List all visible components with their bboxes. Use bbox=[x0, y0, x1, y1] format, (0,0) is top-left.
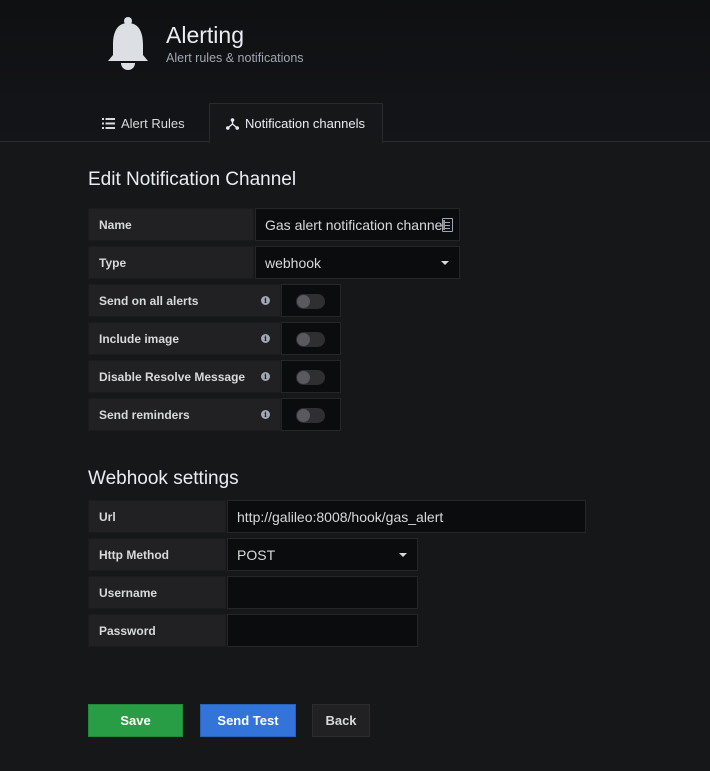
toggle-knob bbox=[297, 333, 310, 346]
http-method-select[interactable]: POST bbox=[227, 538, 418, 571]
username-input[interactable] bbox=[227, 576, 418, 609]
name-input-value: Gas alert notification channel bbox=[265, 216, 446, 233]
send-on-all-alerts-toggle[interactable] bbox=[296, 294, 325, 309]
tab-alert-rules[interactable]: Alert Rules bbox=[102, 103, 185, 143]
send-on-all-alerts-toggle-box bbox=[281, 284, 341, 317]
tab-alert-rules-label: Alert Rules bbox=[121, 115, 185, 131]
send-reminders-toggle-box bbox=[281, 398, 341, 431]
toggle-knob bbox=[297, 295, 310, 308]
url-label: Url bbox=[88, 500, 226, 533]
type-select[interactable]: webhook bbox=[255, 246, 460, 279]
disable-resolve-message-text: Disable Resolve Message bbox=[99, 369, 246, 384]
include-image-label: Include image i bbox=[88, 322, 281, 355]
http-method-value: POST bbox=[237, 546, 276, 563]
type-label: Type bbox=[88, 246, 254, 279]
password-label: Password bbox=[88, 614, 226, 647]
webhook-settings-title: Webhook settings bbox=[88, 468, 239, 489]
username-label: Username bbox=[88, 576, 226, 609]
chevron-down-icon bbox=[441, 261, 449, 265]
tab-notification-channels-label: Notification channels bbox=[245, 116, 365, 131]
send-test-button[interactable]: Send Test bbox=[200, 704, 296, 737]
name-input[interactable]: Gas alert notification channel bbox=[255, 208, 460, 241]
type-select-value: webhook bbox=[265, 254, 322, 271]
disable-resolve-message-toggle[interactable] bbox=[296, 370, 325, 385]
page-header: Alerting Alert rules & notifications Ale… bbox=[0, 0, 710, 143]
send-on-all-alerts-label: Send on all alerts i bbox=[88, 284, 281, 317]
info-icon[interactable]: i bbox=[261, 410, 270, 419]
form-title: Edit Notification Channel bbox=[88, 169, 297, 190]
password-manager-icon[interactable] bbox=[442, 218, 453, 232]
save-button[interactable]: Save bbox=[88, 704, 183, 737]
disable-resolve-message-toggle-box bbox=[281, 360, 341, 393]
sitemap-icon bbox=[226, 117, 239, 130]
include-image-toggle-box bbox=[281, 322, 341, 355]
http-method-label: Http Method bbox=[88, 538, 226, 571]
list-icon bbox=[102, 117, 115, 129]
disable-resolve-message-label: Disable Resolve Message i bbox=[88, 360, 281, 393]
chevron-down-icon bbox=[399, 553, 407, 557]
include-image-text: Include image bbox=[99, 331, 180, 346]
info-icon[interactable]: i bbox=[261, 372, 270, 381]
password-input[interactable] bbox=[227, 614, 418, 647]
bell-icon bbox=[108, 17, 148, 70]
send-reminders-text: Send reminders bbox=[99, 407, 190, 422]
send-reminders-label: Send reminders i bbox=[88, 398, 281, 431]
toggle-knob bbox=[297, 409, 310, 422]
toggle-knob bbox=[297, 371, 310, 384]
info-icon[interactable]: i bbox=[261, 296, 270, 305]
back-button[interactable]: Back bbox=[312, 704, 370, 737]
url-input[interactable]: http://galileo:8008/hook/gas_alert bbox=[227, 500, 586, 533]
page-title: Alerting bbox=[166, 22, 244, 48]
tab-notification-channels[interactable]: Notification channels bbox=[209, 103, 383, 143]
info-icon[interactable]: i bbox=[261, 334, 270, 343]
send-reminders-toggle[interactable] bbox=[296, 408, 325, 423]
page-subtitle: Alert rules & notifications bbox=[166, 51, 304, 65]
include-image-toggle[interactable] bbox=[296, 332, 325, 347]
name-label: Name bbox=[88, 208, 254, 241]
send-on-all-alerts-text: Send on all alerts bbox=[99, 293, 199, 308]
